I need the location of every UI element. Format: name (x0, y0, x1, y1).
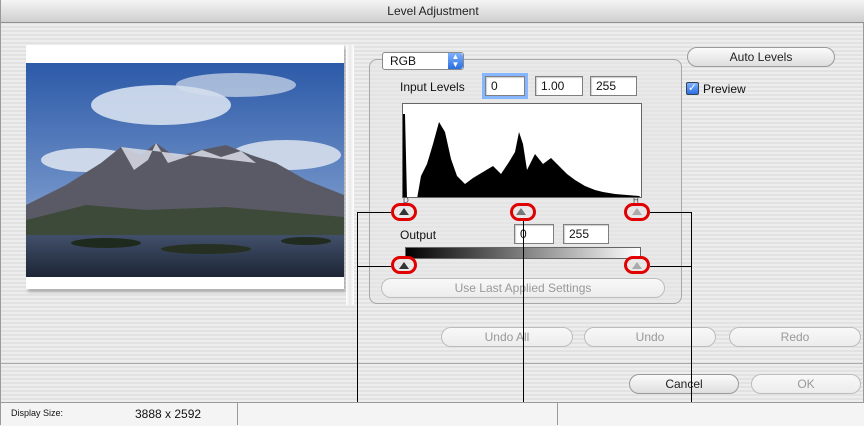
preview-checkbox[interactable]: ✓ (686, 82, 699, 95)
cancel-button[interactable]: Cancel (629, 374, 739, 394)
highlight-ring-gamma-input (510, 203, 536, 221)
callout-line-white-output (650, 266, 692, 267)
input-gamma-field[interactable]: 1.00 (535, 76, 583, 96)
status-bar (1, 402, 864, 426)
histogram-plot (403, 114, 641, 197)
output-white-field[interactable]: 255 (563, 224, 609, 244)
undo-button[interactable]: Undo (584, 327, 716, 347)
input-white-field[interactable]: 255 (590, 76, 637, 96)
button-separator (1, 363, 864, 364)
image-preview-frame (26, 45, 344, 289)
display-size-value: 3888 x 2592 (135, 407, 202, 421)
channel-select[interactable]: RGB ▲ ▼ (382, 52, 464, 70)
output-label: Output (400, 228, 437, 242)
channel-select-value: RGB (390, 54, 417, 68)
preview-label: Preview (703, 82, 746, 96)
callout-line-left (357, 212, 358, 425)
status-divider-1 (237, 402, 238, 425)
highlight-ring-white-output (624, 256, 650, 274)
highlight-ring-black-output (391, 256, 417, 274)
callout-line-right (691, 212, 692, 425)
callout-line-black-output (357, 266, 391, 267)
level-adjustment-window: Level Adjustment RGB ▲ ▼ Input Levels 0 … (0, 0, 864, 426)
undo-all-button[interactable]: Undo All (441, 327, 573, 347)
ok-button[interactable]: OK (751, 374, 861, 394)
callout-line-black-input (357, 212, 391, 213)
redo-button[interactable]: Redo (729, 327, 861, 347)
display-size-label: Display Size: (11, 408, 64, 418)
input-levels-label: Input Levels (400, 80, 465, 94)
status-divider-2 (557, 402, 558, 425)
highlight-ring-white-input (624, 203, 650, 221)
callout-line-white-input (650, 212, 692, 213)
callout-line-center (523, 221, 524, 425)
highlight-ring-black-input (391, 203, 417, 221)
auto-levels-button[interactable]: Auto Levels (687, 47, 835, 67)
preview-divider (346, 45, 354, 305)
input-black-field[interactable]: 0 (482, 73, 528, 99)
select-stepper-icon: ▲ ▼ (448, 53, 463, 69)
output-black-field[interactable]: 0 (514, 224, 554, 244)
landscape-preview-image (26, 63, 344, 277)
window-title: Level Adjustment (1, 0, 864, 23)
histogram (402, 103, 642, 198)
